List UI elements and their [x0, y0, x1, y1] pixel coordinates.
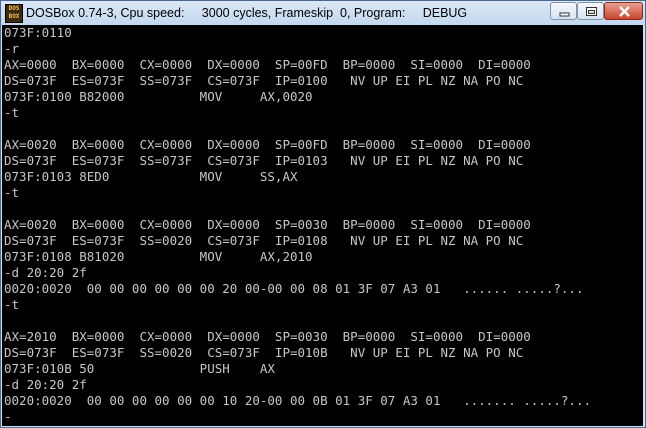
minimize-button[interactable]	[550, 2, 577, 20]
console-line: DS=073F ES=073F SS=0020 CS=073F IP=010B …	[4, 345, 524, 360]
close-button[interactable]	[604, 2, 643, 20]
console-line: DS=073F ES=073F SS=073F CS=073F IP=0100 …	[4, 73, 524, 88]
console-line: 0020:0020 00 00 00 00 00 00 10 20-00 00 …	[4, 393, 591, 408]
close-icon	[619, 6, 630, 17]
console-line: AX=0020 BX=0000 CX=0000 DX=0000 SP=00FD …	[4, 137, 531, 152]
title-bar[interactable]: DOS BOX DOSBox 0.74-3, Cpu speed: 3000 c…	[1, 1, 645, 25]
console-line: 073F:0103 8ED0 MOV SS,AX	[4, 169, 298, 184]
console-line: 073F:0110	[4, 25, 72, 40]
maximize-button[interactable]	[577, 2, 604, 20]
console-line: -t	[4, 185, 20, 200]
console-line: -t	[4, 297, 20, 312]
app-icon-text-bottom: BOX	[8, 13, 20, 20]
app-icon-text-top: DOS	[8, 5, 20, 12]
maximize-icon	[586, 7, 597, 16]
console-line: -r	[4, 41, 20, 56]
console-line: DS=073F ES=073F SS=073F CS=073F IP=0103 …	[4, 153, 524, 168]
console-line: 0020:0020 00 00 00 00 00 00 20 00-00 00 …	[4, 281, 584, 296]
console-line: AX=0020 BX=0000 CX=0000 DX=0000 SP=0030 …	[4, 217, 531, 232]
console-line: 073F:0100 B82000 MOV AX,0020	[4, 89, 313, 104]
window-title: DOSBox 0.74-3, Cpu speed: 3000 cycles, F…	[26, 6, 468, 20]
console-line: 073F:010B 50 PUSH AX	[4, 361, 275, 376]
console-line: -t	[4, 105, 20, 120]
console-line: -d 20:20 2f	[4, 265, 87, 280]
dosbox-app-icon[interactable]: DOS BOX	[5, 4, 23, 23]
dosbox-window: DOS BOX DOSBox 0.74-3, Cpu speed: 3000 c…	[0, 0, 646, 428]
dos-console[interactable]: 073F:0110 -r AX=0000 BX=0000 CX=0000 DX=…	[2, 25, 643, 426]
console-line: -d 20:20 2f	[4, 377, 87, 392]
console-line: 073F:0108 B81020 MOV AX,2010	[4, 249, 313, 264]
console-line: DS=073F ES=073F SS=0020 CS=073F IP=0108 …	[4, 233, 524, 248]
minimize-icon	[559, 12, 570, 17]
console-line: AX=0000 BX=0000 CX=0000 DX=0000 SP=00FD …	[4, 57, 531, 72]
console-prompt-line[interactable]: -	[4, 409, 12, 425]
console-line: AX=2010 BX=0000 CX=0000 DX=0000 SP=0030 …	[4, 329, 531, 344]
